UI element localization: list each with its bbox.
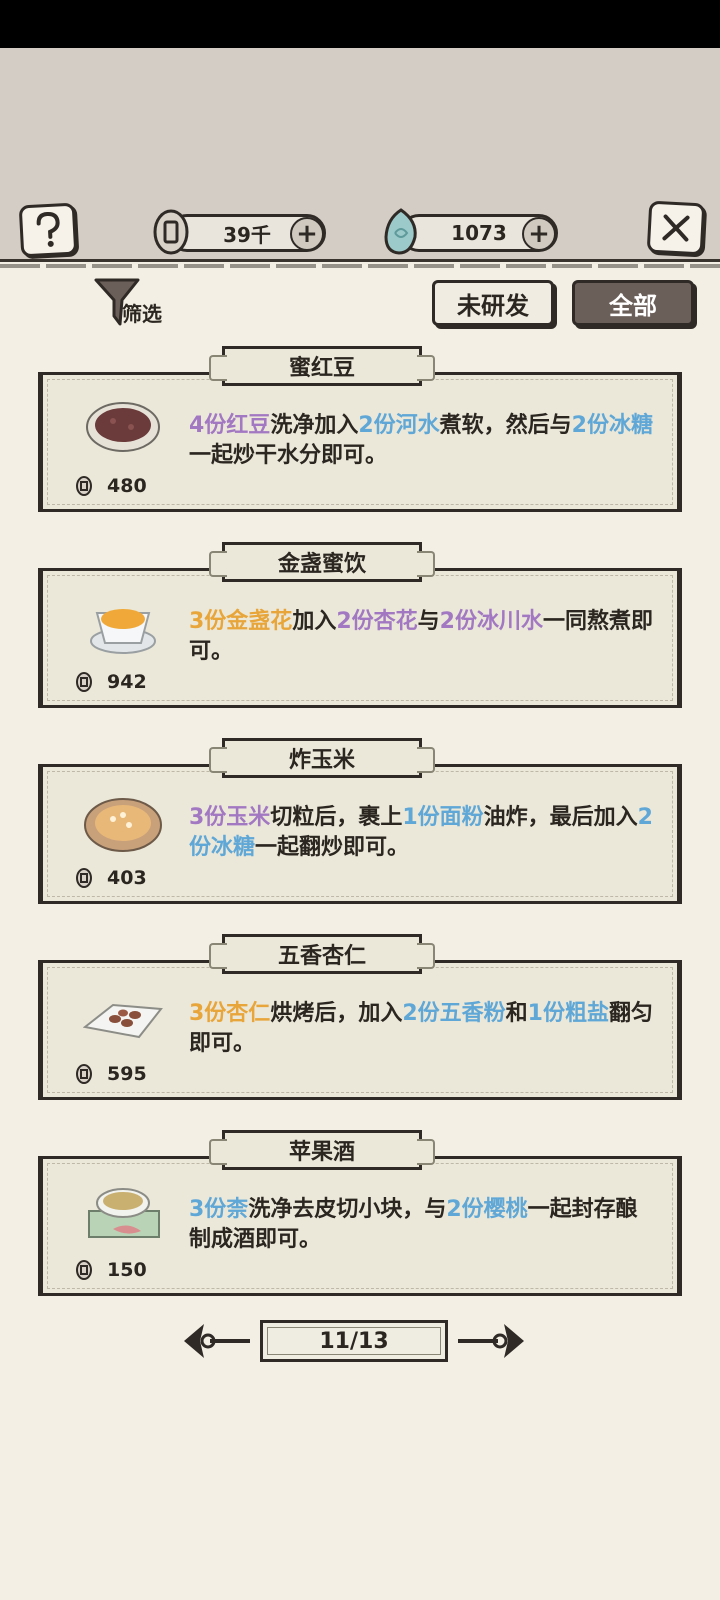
add-coins-button[interactable]: + bbox=[290, 217, 324, 251]
recipe-price-value: 595 bbox=[107, 1063, 147, 1085]
plus-icon: + bbox=[528, 219, 550, 249]
top-banner bbox=[0, 48, 720, 268]
recipe-price-value: 150 bbox=[107, 1259, 147, 1281]
recipe-price-value: 480 bbox=[107, 475, 147, 497]
recipe-description: 3份杏仁烘烤后，加入2份五香粉和1份粗盐翻匀即可。 bbox=[189, 999, 659, 1059]
description-text: 洗净加入 bbox=[270, 413, 359, 438]
page-number: 11/13 bbox=[319, 1328, 389, 1354]
recipe-card[interactable]: 480 4份红豆洗净加入2份河水煮软，然后与2份冰糖一起炒干水分即可。 bbox=[38, 372, 682, 512]
recipe-price: 942 bbox=[75, 671, 147, 693]
help-button[interactable] bbox=[18, 202, 78, 258]
description-text: 加入 bbox=[292, 609, 337, 634]
description-text: 一起炒干水分即可。 bbox=[189, 443, 388, 468]
recipe-dish-image bbox=[83, 1181, 163, 1247]
tab-all[interactable]: 全部 bbox=[572, 280, 694, 326]
coin-icon bbox=[76, 1260, 92, 1280]
page-indicator: 11/13 bbox=[260, 1320, 448, 1362]
status-bar bbox=[0, 0, 720, 48]
coin-icon bbox=[76, 1064, 92, 1084]
coins-value: 39千 bbox=[223, 222, 271, 247]
recipe-title: 炸玉米 bbox=[209, 738, 435, 778]
coin-icon bbox=[150, 206, 192, 258]
coin-icon bbox=[76, 476, 92, 496]
ingredient-highlight: 3份金盏花 bbox=[189, 609, 293, 634]
ingredient-highlight: 2份冰川水 bbox=[439, 609, 543, 634]
recipe-price: 595 bbox=[75, 1063, 147, 1085]
recipe-price: 480 bbox=[75, 475, 147, 497]
ingredient-highlight: 3份杏仁 bbox=[189, 1001, 271, 1026]
ingredient-highlight: 1份粗盐 bbox=[527, 1001, 609, 1026]
recipe-description: 3份玉米切粒后，裹上1份面粉油炸，最后加入2份冰糖一起翻炒即可。 bbox=[189, 803, 659, 863]
ingredient-highlight: 1份面粉 bbox=[402, 805, 484, 830]
ingredient-highlight: 3份玉米 bbox=[189, 805, 271, 830]
description-text: 油炸，最后加入 bbox=[483, 805, 638, 830]
recipe-price-value: 403 bbox=[107, 867, 147, 889]
description-text: 和 bbox=[505, 1001, 528, 1026]
ingredient-highlight: 2份杏花 bbox=[336, 609, 418, 634]
ingredient-highlight: 2份河水 bbox=[358, 413, 440, 438]
ingredient-highlight: 4份红豆 bbox=[189, 413, 271, 438]
recipe-dish-image bbox=[83, 789, 163, 855]
ingredient-highlight: 2份冰糖 bbox=[571, 413, 653, 438]
recipe-card[interactable]: 150 3份柰洗净去皮切小块，与2份樱桃一起封存酿制成酒即可。 bbox=[38, 1156, 682, 1296]
recipe-card[interactable]: 403 3份玉米切粒后，裹上1份面粉油炸，最后加入2份冰糖一起翻炒即可。 bbox=[38, 764, 682, 904]
recipe-title: 五香杏仁 bbox=[209, 934, 435, 974]
coin-icon bbox=[76, 672, 92, 692]
filter-label: 筛选 bbox=[122, 302, 162, 326]
tab-undeveloped[interactable]: 未研发 bbox=[432, 280, 554, 326]
recipe-description: 3份柰洗净去皮切小块，与2份樱桃一起封存酿制成酒即可。 bbox=[189, 1195, 659, 1255]
recipe-dish-image bbox=[82, 985, 163, 1051]
cider-bowl-icon bbox=[88, 1188, 160, 1238]
recipe-price: 150 bbox=[75, 1259, 147, 1281]
recipe-title: 苹果酒 bbox=[209, 1130, 435, 1170]
recipe-card[interactable]: 942 3份金盏花加入2份杏花与2份冰川水一同熬煮即可。 bbox=[38, 568, 682, 708]
recipe-price-value: 942 bbox=[107, 671, 147, 693]
ingredient-highlight: 2份五香粉 bbox=[402, 1001, 506, 1026]
recipe-description: 3份金盏花加入2份杏花与2份冰川水一同熬煮即可。 bbox=[189, 607, 659, 667]
description-text: 洗净去皮切小块，与 bbox=[248, 1197, 447, 1222]
question-icon bbox=[36, 212, 60, 247]
add-gems-button[interactable]: + bbox=[522, 217, 556, 251]
recipe-price: 403 bbox=[75, 867, 147, 889]
recipe-dish-image bbox=[83, 593, 163, 659]
close-button[interactable] bbox=[646, 200, 706, 256]
ingredient-highlight: 2份樱桃 bbox=[446, 1197, 528, 1222]
recipe-title: 金盏蜜饮 bbox=[209, 542, 435, 582]
description-text: 切粒后，裹上 bbox=[270, 805, 403, 830]
recipe-dish-image bbox=[83, 397, 163, 463]
description-text: 烘烤后，加入 bbox=[270, 1001, 403, 1026]
gems-value: 1073 bbox=[451, 221, 507, 245]
description-text: 与 bbox=[417, 609, 440, 634]
ingredient-highlight: 3份柰 bbox=[189, 1197, 249, 1222]
almond-plate-icon bbox=[82, 1003, 163, 1039]
recipe-card[interactable]: 595 3份杏仁烘烤后，加入2份五香粉和1份粗盐翻匀即可。 bbox=[38, 960, 682, 1100]
close-icon bbox=[662, 214, 690, 242]
description-text: 煮软，然后与 bbox=[439, 413, 572, 438]
next-page-arrow-icon[interactable] bbox=[454, 1318, 528, 1364]
coin-icon bbox=[76, 868, 92, 888]
jade-icon bbox=[380, 206, 422, 258]
description-text: 一起翻炒即可。 bbox=[255, 835, 410, 860]
plus-icon: + bbox=[296, 219, 318, 249]
red-bean-dish-icon bbox=[86, 402, 160, 452]
recipe-title: 蜜红豆 bbox=[209, 346, 435, 386]
tea-cup-icon bbox=[90, 609, 156, 654]
fried-corn-plate-icon bbox=[84, 798, 162, 852]
prev-page-arrow-icon[interactable] bbox=[180, 1318, 254, 1364]
recipe-description: 4份红豆洗净加入2份河水煮软，然后与2份冰糖一起炒干水分即可。 bbox=[189, 411, 659, 471]
